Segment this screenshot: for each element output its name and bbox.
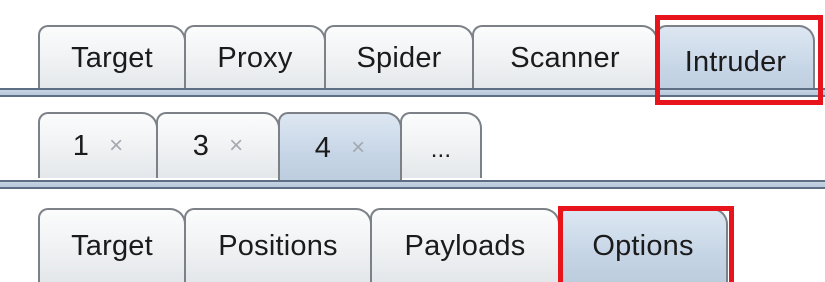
tab-spider[interactable]: Spider: [324, 25, 474, 90]
tab-target[interactable]: Target: [38, 25, 186, 90]
subtab-payloads[interactable]: Payloads: [370, 208, 560, 282]
tab-intruder[interactable]: Intruder: [656, 25, 815, 97]
attack-tab-3[interactable]: 3 ×: [156, 112, 280, 178]
subtab-payloads-label: Payloads: [404, 229, 526, 262]
subtab-positions[interactable]: Positions: [184, 208, 372, 282]
attack-tab-1-label: 1: [72, 129, 90, 162]
attack-tab-4-label: 4: [314, 131, 332, 164]
new-tab-label: ...: [430, 136, 452, 163]
tab-proxy-label: Proxy: [217, 42, 293, 74]
tab-scanner[interactable]: Scanner: [472, 25, 658, 90]
tab-intruder-label: Intruder: [684, 45, 787, 78]
main-tab-bar: Target Proxy Spider Scanner Intruder: [0, 0, 825, 98]
attack-tab-3-label: 3: [192, 129, 210, 162]
attack-tab-separator: [0, 180, 825, 189]
attack-subtab-bar: Target Positions Payloads Options: [0, 190, 825, 282]
attack-tab-1[interactable]: 1 ×: [38, 112, 158, 178]
subtab-options-label: Options: [592, 229, 694, 262]
attack-tab-4[interactable]: 4 ×: [278, 112, 402, 182]
subtab-target-label: Target: [71, 229, 153, 262]
new-attack-tab[interactable]: ...: [400, 112, 482, 178]
subtab-options[interactable]: Options: [558, 208, 728, 282]
tab-spider-label: Spider: [356, 42, 442, 74]
close-icon[interactable]: ×: [351, 136, 365, 160]
close-icon[interactable]: ×: [109, 134, 123, 158]
main-tab-separator: [0, 88, 825, 97]
subtab-target[interactable]: Target: [38, 208, 186, 282]
subtab-positions-label: Positions: [218, 229, 338, 262]
tab-scanner-label: Scanner: [510, 42, 620, 74]
tab-target-label: Target: [71, 42, 153, 74]
attack-tab-bar: 1 × 3 × 4 × ...: [0, 98, 825, 190]
tab-proxy[interactable]: Proxy: [184, 25, 326, 90]
close-icon[interactable]: ×: [229, 134, 243, 158]
